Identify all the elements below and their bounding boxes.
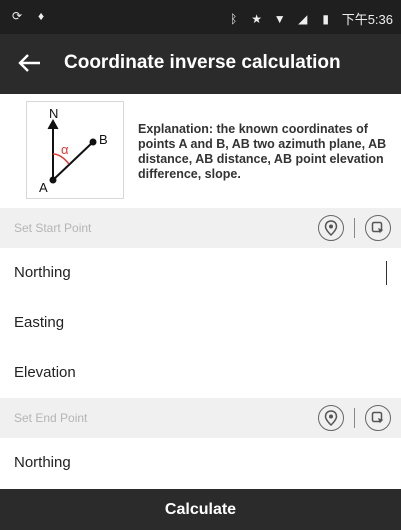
end-northing-row[interactable]: Northing <box>0 438 401 489</box>
start-point-label: Set Start Point <box>14 221 92 235</box>
select-point-icon <box>371 411 384 424</box>
start-pick-point-button[interactable] <box>365 215 391 241</box>
star-icon: ★ <box>251 11 263 26</box>
end-northing-label: Northing <box>14 454 71 471</box>
select-point-icon <box>371 221 384 234</box>
azimuth-diagram: N B A α <box>26 101 124 199</box>
end-point-header: Set End Point <box>0 398 401 438</box>
start-easting-row[interactable]: Easting <box>0 298 401 349</box>
page-title: Coordinate inverse calculation <box>64 52 341 73</box>
end-pick-point-button[interactable] <box>365 405 391 431</box>
start-easting-label: Easting <box>14 314 65 331</box>
start-northing-input[interactable] <box>130 258 392 290</box>
point-b-label: B <box>99 132 108 147</box>
end-location-pin-button[interactable] <box>318 405 344 431</box>
text-cursor <box>386 261 387 285</box>
start-easting-input[interactable] <box>130 308 392 340</box>
status-time: 下午5:36 <box>341 12 393 27</box>
start-elevation-input[interactable] <box>130 358 392 390</box>
point-a-label: A <box>39 180 48 195</box>
explanation-panel: N B A α Explanation: the known coordinat… <box>0 94 401 208</box>
divider <box>354 218 355 238</box>
location-pin-icon <box>324 220 338 236</box>
end-northing-input[interactable] <box>130 448 392 480</box>
start-location-pin-button[interactable] <box>318 215 344 241</box>
divider <box>354 408 355 428</box>
app-bar: Coordinate inverse calculation <box>0 34 401 94</box>
battery-icon: ▮ <box>322 11 329 26</box>
status-bar: ⟳ ♦ ᛒ ★ ▼ ◢ ▮ 下午5:36 <box>0 0 401 34</box>
bluetooth-icon: ᛒ <box>230 11 238 26</box>
back-arrow-icon[interactable] <box>14 47 46 79</box>
start-northing-row[interactable]: Northing <box>0 248 401 299</box>
calculate-button[interactable]: Calculate <box>0 489 401 530</box>
start-elevation-row[interactable]: Elevation <box>0 348 401 399</box>
start-northing-label: Northing <box>14 264 71 281</box>
start-point-header: Set Start Point <box>0 208 401 248</box>
end-point-label: Set End Point <box>14 411 88 425</box>
explanation-text: Explanation: the known coordinates of po… <box>138 122 387 181</box>
north-label: N <box>49 106 58 121</box>
wifi-icon: ▼ <box>273 11 286 26</box>
signal-icon: ◢ <box>298 11 308 26</box>
angle-label: α <box>61 142 69 157</box>
location-pin-icon <box>324 410 338 426</box>
location-pin-icon: ♦ <box>37 9 45 23</box>
start-elevation-label: Elevation <box>14 364 76 381</box>
sync-icon: ⟳ <box>11 9 23 23</box>
